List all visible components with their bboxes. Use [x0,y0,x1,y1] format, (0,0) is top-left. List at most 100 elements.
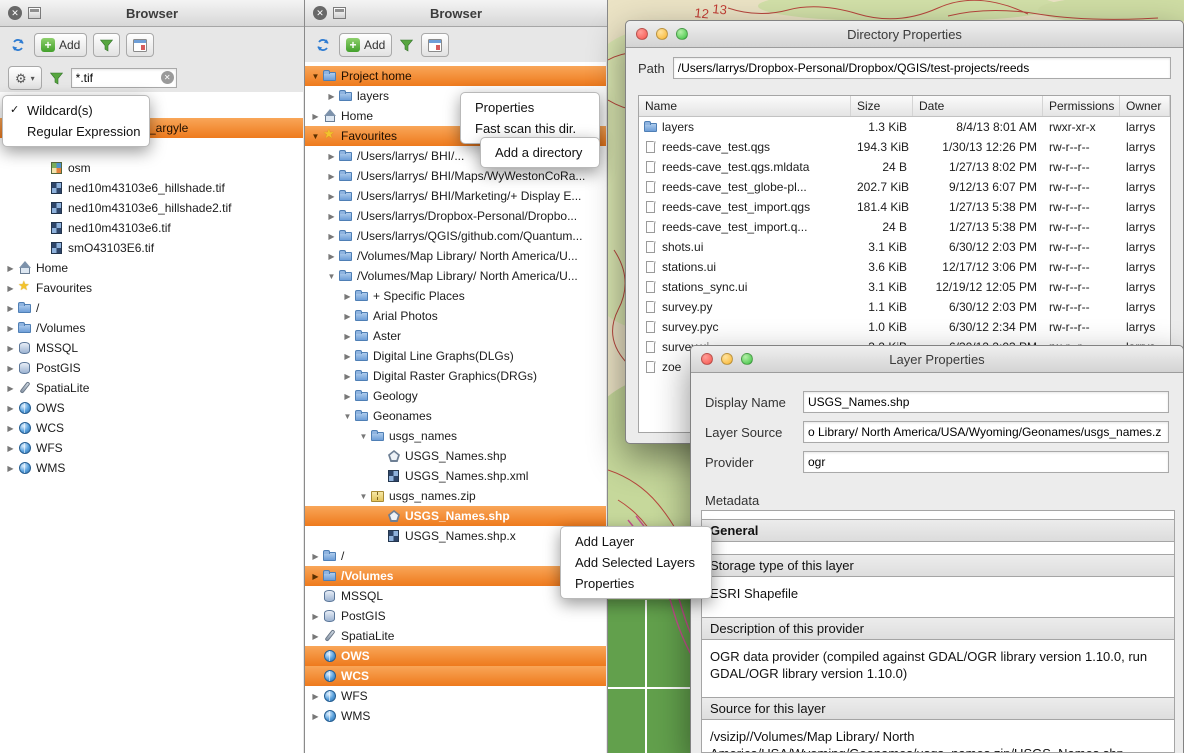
tree-item[interactable]: ▶Arial Photos [305,306,606,326]
table-row[interactable]: reeds-cave_test_globe-pl...202.7 KiB9/12… [639,177,1170,197]
expander-icon[interactable]: ▶ [309,112,322,121]
tree-item[interactable]: ▶SpatiaLite [305,626,606,646]
tree-item[interactable]: ned10m43103e6.tif [0,218,303,238]
tree-item[interactable]: OWS [305,646,606,666]
expander-icon[interactable]: ▶ [325,152,338,161]
menu-item[interactable]: Add a directory [481,142,599,163]
column-header[interactable]: Date [913,96,1043,116]
tree-item[interactable]: ▶/Users/larrys/QGIS/github.com/Quantum..… [305,226,606,246]
tree-item[interactable]: ▶MSSQL [0,338,303,358]
filter-settings-button[interactable]: ⚙ ▾ [8,66,42,90]
tree-item[interactable]: ▶/Users/larrys/ BHI/Marketing/+ Display … [305,186,606,206]
tree-item[interactable]: smO43103E6.tif [0,238,303,258]
expander-icon[interactable]: ▶ [341,392,354,401]
tree-item[interactable]: ▶/Users/larrys/ BHI/Maps/WyWestonCoRa... [305,166,606,186]
column-header[interactable]: Size [851,96,913,116]
properties-widget-button[interactable] [421,33,449,57]
tree-item[interactable]: ▶+ Specific Places [305,286,606,306]
column-header[interactable]: Name [639,96,851,116]
tree-item[interactable]: ▶OWS [0,398,303,418]
close-button[interactable] [701,353,713,365]
tree-item[interactable]: ▶/Volumes [0,318,303,338]
column-header[interactable]: Permissions [1043,96,1120,116]
zoom-button[interactable] [741,353,753,365]
tree-item[interactable]: ▶Favourites [0,278,303,298]
tree-item[interactable]: ▶Geology [305,386,606,406]
expander-icon[interactable]: ▶ [341,332,354,341]
tree-item[interactable]: USGS_Names.shp [305,446,606,466]
tree-item[interactable]: USGS_Names.shp [305,506,606,526]
table-row[interactable]: survey.py1.1 KiB6/30/12 2:03 PMrw-r--r--… [639,297,1170,317]
tree-item[interactable]: ned10m43103e6_hillshade.tif [0,178,303,198]
menu-item[interactable]: Add Layer [561,531,711,552]
menu-item[interactable]: Fast scan this dir. [461,118,599,139]
expander-icon[interactable]: ▶ [4,364,17,373]
table-row[interactable]: shots.ui3.1 KiB6/30/12 2:03 PMrw-r--r--l… [639,237,1170,257]
provider-input[interactable] [803,451,1169,473]
add-button[interactable]: + Add [34,33,87,57]
tree-item[interactable]: ▶Digital Line Graphs(DLGs) [305,346,606,366]
close-button[interactable] [636,28,648,40]
filter-menu-item[interactable]: ✓Wildcard(s) [3,100,149,121]
table-row[interactable]: reeds-cave_test.qgs194.3 KiB1/30/13 12:2… [639,137,1170,157]
expander-icon[interactable]: ▶ [341,352,354,361]
expander-icon[interactable]: ▶ [325,192,338,201]
tree-item[interactable]: ▶WMS [0,458,303,478]
table-row[interactable]: stations.ui3.6 KiB12/17/12 3:06 PMrw-r--… [639,257,1170,277]
tree-item[interactable]: WCS [305,666,606,686]
table-row[interactable]: stations_sync.ui3.1 KiB12/19/12 12:05 PM… [639,277,1170,297]
tree-item[interactable]: ▼/Volumes/Map Library/ North America/U..… [305,266,606,286]
expander-icon[interactable]: ▶ [325,252,338,261]
expander-icon[interactable]: ▶ [309,552,322,561]
expander-icon[interactable]: ▶ [4,324,17,333]
menu-item[interactable]: Properties [561,573,711,594]
tree-item[interactable]: ▶PostGIS [305,606,606,626]
expander-icon[interactable]: ▶ [4,464,17,473]
expander-icon[interactable]: ▶ [4,444,17,453]
tree-item[interactable]: ▼usgs_names.zip [305,486,606,506]
tree-item[interactable]: ned10m43103e6_hillshade2.tif [0,198,303,218]
filter-button[interactable] [93,33,120,57]
expander-icon[interactable]: ▶ [309,612,322,621]
menu-item[interactable]: Properties [461,97,599,118]
expander-icon[interactable]: ▼ [357,432,370,441]
expander-icon[interactable]: ▶ [309,692,322,701]
expander-icon[interactable]: ▼ [309,72,322,81]
close-panel-button[interactable]: ✕ [8,6,22,20]
path-input[interactable] [673,57,1171,79]
refresh-button[interactable] [313,37,333,53]
minimize-button[interactable] [721,353,733,365]
tree-item[interactable]: ▶WMS [305,706,606,726]
expander-icon[interactable]: ▼ [357,492,370,501]
tree-item[interactable]: osm [0,158,303,178]
table-row[interactable]: layers1.3 KiB8/4/13 8:01 AMrwxr-xr-xlarr… [639,117,1170,137]
add-button[interactable]: + Add [339,33,392,57]
table-row[interactable]: reeds-cave_test_import.qgs181.4 KiB1/27/… [639,197,1170,217]
table-row[interactable]: reeds-cave_test.qgs.mldata24 B1/27/13 8:… [639,157,1170,177]
expander-icon[interactable]: ▶ [325,92,338,101]
expander-icon[interactable]: ▶ [325,232,338,241]
zoom-button[interactable] [676,28,688,40]
expander-icon[interactable]: ▶ [4,404,17,413]
tree-item[interactable]: ▶/Users/larrys/Dropbox-Personal/Dropbo..… [305,206,606,226]
properties-widget-button[interactable] [126,33,154,57]
expander-icon[interactable]: ▶ [4,424,17,433]
expander-icon[interactable]: ▼ [309,132,322,141]
filter-button[interactable] [398,39,415,52]
expander-icon[interactable]: ▶ [309,572,322,581]
clear-filter-icon[interactable]: ✕ [161,71,174,84]
tree-item[interactable]: ▶/Volumes/Map Library/ North America/U..… [305,246,606,266]
display-name-input[interactable] [803,391,1169,413]
expander-icon[interactable]: ▶ [4,264,17,273]
tree-item[interactable]: ▶/ [0,298,303,318]
tree-item[interactable]: ▶PostGIS [0,358,303,378]
table-row[interactable]: reeds-cave_test_import.q...24 B1/27/13 5… [639,217,1170,237]
tree-item[interactable]: ▶Digital Raster Graphics(DRGs) [305,366,606,386]
expander-icon[interactable]: ▶ [309,632,322,641]
tree-item[interactable]: ▶SpatiaLite [0,378,303,398]
filter-menu-item[interactable]: Regular Expression [3,121,149,142]
expander-icon[interactable]: ▶ [4,344,17,353]
table-row[interactable]: survey.pyc1.0 KiB6/30/12 2:34 PMrw-r--r-… [639,317,1170,337]
expander-icon[interactable]: ▶ [325,172,338,181]
float-panel-button[interactable] [333,7,346,19]
